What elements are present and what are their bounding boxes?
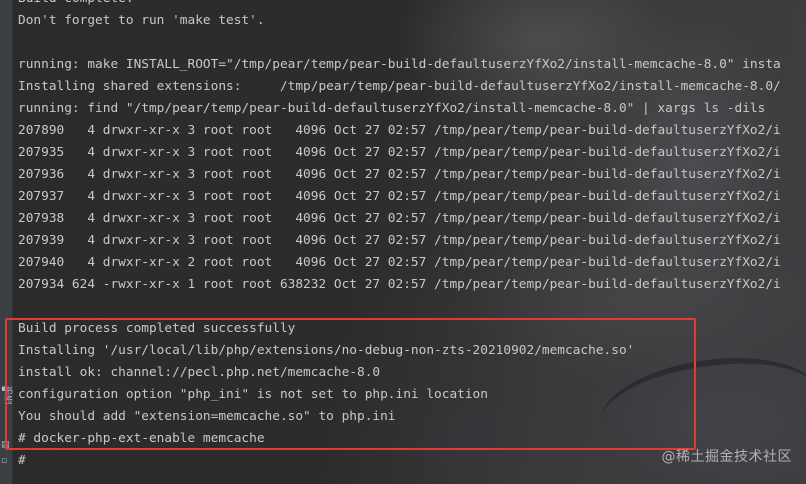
terminal-line: 207939 4 drwxr-xr-x 3 root root 4096 Oct…	[18, 233, 781, 248]
pin-icon[interactable]: ▫	[1, 456, 7, 466]
terminal-line: You should add "extension=memcache.so" t…	[18, 409, 396, 424]
terminal-line: Build complete.	[18, 0, 134, 10]
terminal-output[interactable]: Build complete. Don't forget to run 'mak…	[18, 0, 806, 484]
watermark: @稀土掘金技术社区	[661, 449, 792, 465]
terminal-line: Build process completed successfully	[18, 321, 296, 336]
terminal-line: 207934 624 -rwxr-xr-x 1 root root 638232…	[18, 277, 781, 292]
structure-icon[interactable]: ▤	[1, 440, 10, 450]
terminal-line: Installing shared extensions: /tmp/pear/…	[18, 79, 781, 94]
terminal-line: Don't forget to run 'make test'.	[18, 13, 265, 28]
terminal-line: install ok: channel://pecl.php.net/memca…	[18, 365, 381, 380]
terminal-line: 207937 4 drwxr-xr-x 3 root root 4096 Oct…	[18, 189, 781, 204]
tool-window-strip: ▪ 书签 ▤ ▫	[0, 0, 13, 484]
terminal-line: Installing '/usr/local/lib/php/extension…	[18, 343, 635, 358]
terminal-line: 207890 4 drwxr-xr-x 3 root root 4096 Oct…	[18, 123, 781, 138]
terminal-line: 207938 4 drwxr-xr-x 3 root root 4096 Oct…	[18, 211, 781, 226]
terminal-line: 207935 4 drwxr-xr-x 3 root root 4096 Oct…	[18, 145, 781, 160]
terminal-prompt-line[interactable]: #	[18, 450, 26, 472]
bookmarks-tab-label[interactable]: 书签	[1, 386, 14, 404]
terminal-line: running: find "/tmp/pear/temp/pear-build…	[18, 101, 766, 116]
terminal-line: running: make INSTALL_ROOT="/tmp/pear/te…	[18, 57, 781, 72]
terminal-line: 207936 4 drwxr-xr-x 3 root root 4096 Oct…	[18, 167, 781, 182]
terminal-line: 207940 4 drwxr-xr-x 2 root root 4096 Oct…	[18, 255, 781, 270]
terminal-line: configuration option "php_ini" is not se…	[18, 387, 488, 402]
terminal-line: # docker-php-ext-enable memcache	[18, 431, 265, 446]
